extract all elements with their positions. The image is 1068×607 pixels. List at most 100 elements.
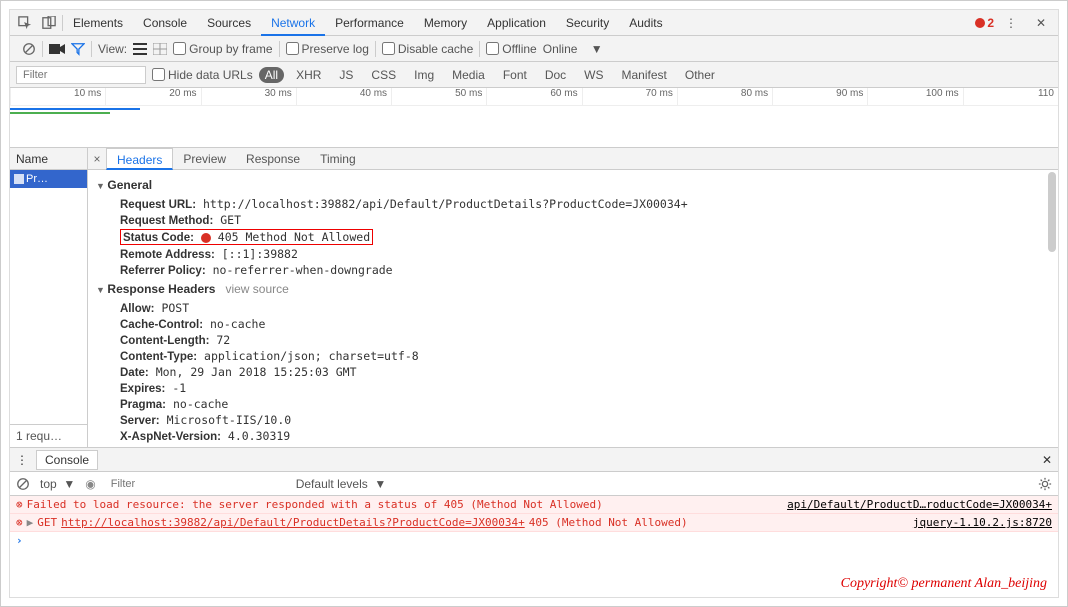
referrer-policy: Referrer Policy: no-referrer-when-downgr… xyxy=(96,262,1050,278)
offline-check[interactable]: Offline xyxy=(486,42,536,56)
filter-input[interactable] xyxy=(16,66,146,84)
context-select[interactable]: top ▼ xyxy=(40,477,75,491)
copyright: Copyright© permanent Alan_beijing xyxy=(841,576,1047,592)
hdr-expires: Expires: -1 xyxy=(96,380,1050,396)
filter-css[interactable]: CSS xyxy=(365,67,402,83)
console-drawer: ⋮ Console ✕ top ▼ ◉ Default levels ▼ ⊗ F… xyxy=(10,447,1058,597)
error-source-link[interactable]: jquery-1.10.2.js:8720 xyxy=(913,516,1052,529)
separator xyxy=(91,41,92,57)
hdr-content-type: Content-Type: application/json; charset=… xyxy=(96,348,1050,364)
levels-select[interactable]: Default levels ▼ xyxy=(296,477,387,491)
disable-cache-check[interactable]: Disable cache xyxy=(382,42,473,56)
camera-icon[interactable] xyxy=(49,43,65,55)
clear-icon[interactable] xyxy=(22,42,36,56)
tab-elements[interactable]: Elements xyxy=(63,10,133,36)
general-section[interactable]: General xyxy=(96,174,1050,196)
hdr-server: Server: Microsoft-IIS/10.0 xyxy=(96,412,1050,428)
view-list-icon[interactable] xyxy=(133,43,147,55)
hdr-content-length: Content-Length: 72 xyxy=(96,332,1050,348)
filter-media[interactable]: Media xyxy=(446,67,491,83)
filter-bar: Hide data URLs All XHR JS CSS Img Media … xyxy=(10,62,1058,88)
filter-js[interactable]: JS xyxy=(333,67,359,83)
kebab-icon[interactable]: ⋮ xyxy=(1000,12,1022,34)
tab-application[interactable]: Application xyxy=(477,10,556,36)
network-toolbar: View: Group by frame Preserve log Disabl… xyxy=(10,36,1058,62)
error-badge[interactable]: 2 xyxy=(975,16,994,30)
hdr-powered-by: X-Powered-By: ASP.NET xyxy=(96,444,1050,447)
drawer-close-icon[interactable]: ✕ xyxy=(1042,453,1052,467)
timeline[interactable]: 10 ms20 ms30 ms40 ms50 ms60 ms70 ms80 ms… xyxy=(10,88,1058,148)
view-frames-icon[interactable] xyxy=(153,43,167,55)
tab-memory[interactable]: Memory xyxy=(414,10,477,36)
preserve-log-check[interactable]: Preserve log xyxy=(286,42,369,56)
scrollbar[interactable] xyxy=(1048,172,1056,252)
view-source-link[interactable]: view source xyxy=(225,282,288,296)
hdr-aspnet-version: X-AspNet-Version: 4.0.30319 xyxy=(96,428,1050,444)
tab-response[interactable]: Response xyxy=(236,148,310,170)
filter-all[interactable]: All xyxy=(259,67,284,83)
expand-icon[interactable]: ▶ xyxy=(27,516,34,529)
close-detail-icon[interactable]: × xyxy=(88,152,106,166)
filter-doc[interactable]: Doc xyxy=(539,67,572,83)
remote-address: Remote Address: [::1]:39882 xyxy=(96,246,1050,262)
devtools-tabs: Elements Console Sources Network Perform… xyxy=(10,10,1058,36)
close-icon[interactable]: ✕ xyxy=(1030,12,1052,34)
tab-console[interactable]: Console xyxy=(133,10,197,36)
console-prompt[interactable]: › xyxy=(10,532,1058,549)
url-link[interactable]: http://localhost:39882/api/Default/Produ… xyxy=(61,516,525,529)
device-icon[interactable] xyxy=(38,12,60,34)
tab-security[interactable]: Security xyxy=(556,10,619,36)
console-error-1: ⊗ Failed to load resource: the server re… xyxy=(10,496,1058,514)
filter-img[interactable]: Img xyxy=(408,67,440,83)
console-filter-input[interactable] xyxy=(106,476,286,492)
error-dot-icon xyxy=(975,18,985,28)
eye-icon[interactable]: ◉ xyxy=(85,477,95,491)
response-headers-section[interactable]: Response Headersview source xyxy=(96,278,1050,300)
separator xyxy=(42,41,43,57)
error-source-link[interactable]: api/Default/ProductD…roductCode=JX00034+ xyxy=(787,498,1052,511)
online-select[interactable]: Online ▼ xyxy=(543,42,603,56)
tab-timing[interactable]: Timing xyxy=(310,148,366,170)
tab-sources[interactable]: Sources xyxy=(197,10,261,36)
request-url: Request URL: http://localhost:39882/api/… xyxy=(96,196,1050,212)
view-label: View: xyxy=(98,42,127,56)
drawer-menu-icon[interactable]: ⋮ xyxy=(16,453,28,467)
settings-icon[interactable] xyxy=(1038,477,1052,491)
hdr-pragma: Pragma: no-cache xyxy=(96,396,1050,412)
tab-preview[interactable]: Preview xyxy=(173,148,236,170)
filter-manifest[interactable]: Manifest xyxy=(616,67,673,83)
error-text: Failed to load resource: the server resp… xyxy=(27,498,603,511)
filter-other[interactable]: Other xyxy=(679,67,721,83)
hdr-date: Date: Mon, 29 Jan 2018 15:25:03 GMT xyxy=(96,364,1050,380)
filter-font[interactable]: Font xyxy=(497,67,533,83)
hdr-allow: Allow: POST xyxy=(96,300,1050,316)
separator xyxy=(279,41,280,57)
request-count: 1 requ… xyxy=(10,424,87,447)
method-label: GET xyxy=(37,516,57,529)
separator xyxy=(479,41,480,57)
inspect-icon[interactable] xyxy=(14,12,36,34)
request-list: Name Pr… 1 requ… xyxy=(10,148,88,447)
status-code: Status Code: 405 Method Not Allowed xyxy=(96,228,1050,246)
console-error-2: ⊗ ▶ GET http://localhost:39882/api/Defau… xyxy=(10,514,1058,532)
hide-data-urls-check[interactable]: Hide data URLs xyxy=(152,68,253,82)
error-count: 2 xyxy=(987,16,994,30)
request-row[interactable]: Pr… xyxy=(10,170,87,188)
separator xyxy=(375,41,376,57)
group-by-frame-check[interactable]: Group by frame xyxy=(173,42,272,56)
filter-icon[interactable] xyxy=(71,42,85,56)
console-tab[interactable]: Console xyxy=(36,450,98,470)
tab-headers[interactable]: Headers xyxy=(106,148,173,170)
tab-network[interactable]: Network xyxy=(261,10,325,36)
headers-panel: General Request URL: http://localhost:39… xyxy=(88,170,1058,447)
tab-audits[interactable]: Audits xyxy=(619,10,672,36)
filter-xhr[interactable]: XHR xyxy=(290,67,327,83)
clear-console-icon[interactable] xyxy=(16,477,30,491)
error-icon: ⊗ xyxy=(16,516,23,529)
filter-ws[interactable]: WS xyxy=(578,67,609,83)
name-header[interactable]: Name xyxy=(10,148,87,170)
timeline-ruler: 10 ms20 ms30 ms40 ms50 ms60 ms70 ms80 ms… xyxy=(10,88,1058,106)
hdr-cache-control: Cache-Control: no-cache xyxy=(96,316,1050,332)
tab-performance[interactable]: Performance xyxy=(325,10,414,36)
request-method: Request Method: GET xyxy=(96,212,1050,228)
